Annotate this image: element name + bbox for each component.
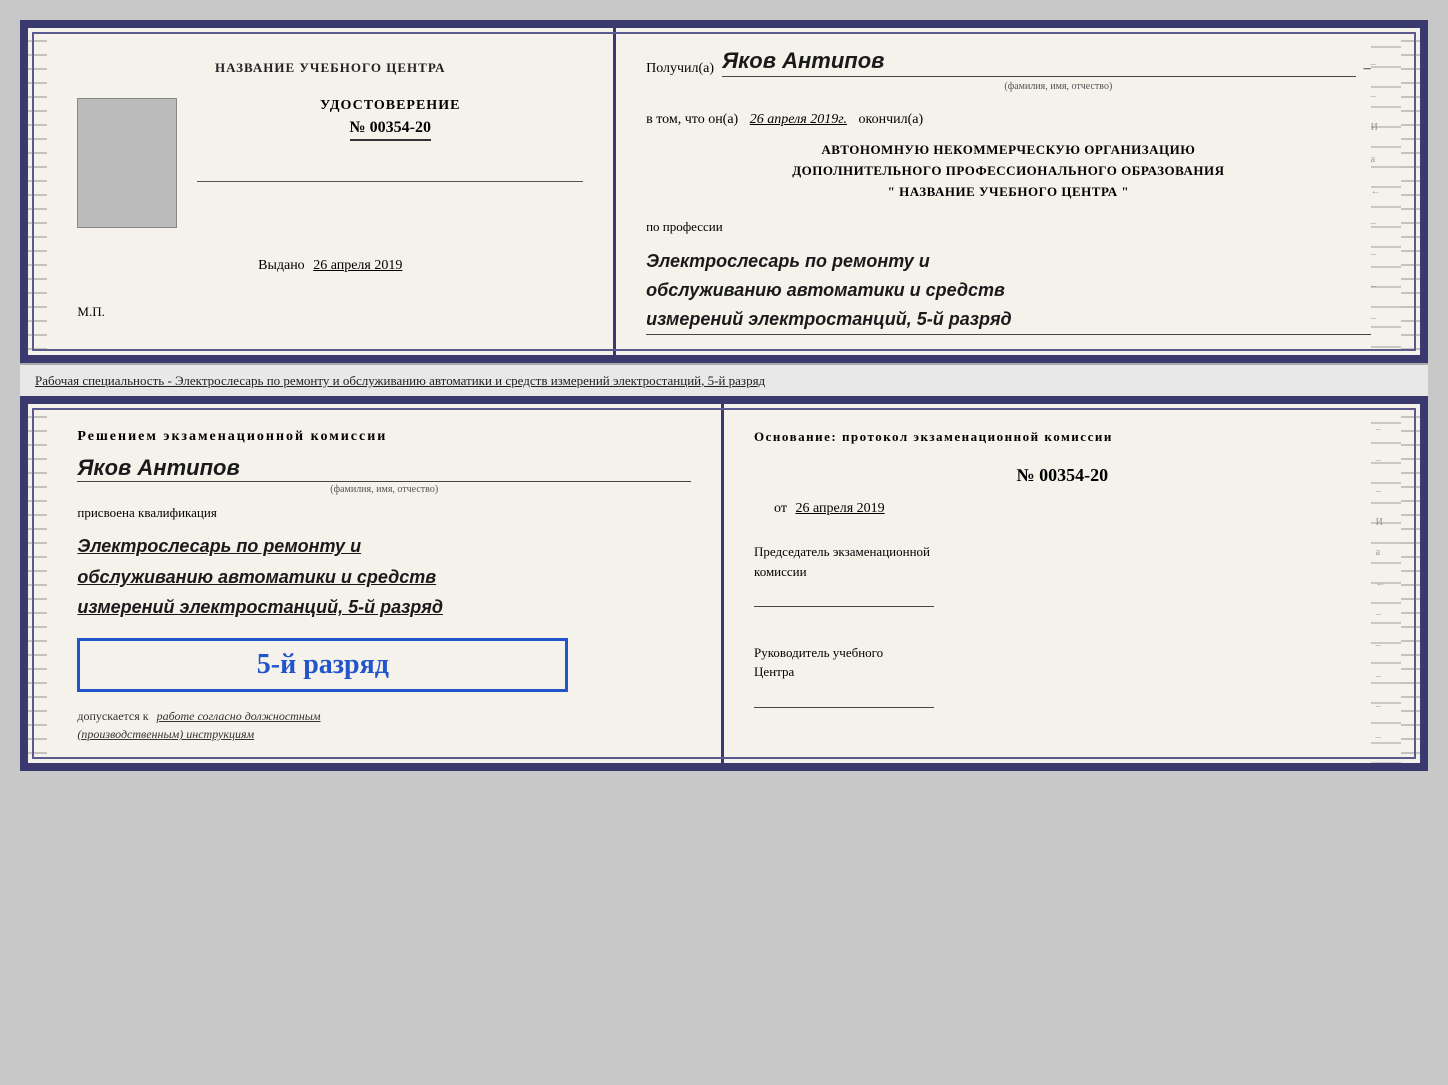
rdash-4: И <box>1376 517 1396 528</box>
sep-line-1 <box>197 181 583 182</box>
bottom-person-block: Яков Антипов (фамилия, имя, отчество) <box>77 455 691 495</box>
director-sig-line <box>754 690 934 708</box>
rdash-1: – <box>1376 424 1396 435</box>
chairman-label: Председатель экзаменационной комиссии <box>754 542 1371 613</box>
bottom-profession-line3: измерений электростанций, 5-й разряд <box>77 592 691 623</box>
dash-7: – <box>1371 249 1391 260</box>
bottom-document: Решением экзаменационной комиссии Яков А… <box>20 396 1428 771</box>
left-border-decoration <box>28 28 47 355</box>
bottom-profession-line1: Электрослесарь по ремонту и <box>77 531 691 562</box>
allowed-value: работе согласно должностным <box>157 709 321 723</box>
rdash-6: ← <box>1376 578 1396 589</box>
rdash-3: – <box>1376 486 1396 497</box>
cert-number: № 00354-20 <box>350 119 431 141</box>
profession-line2-top: обслуживанию автоматики и средств <box>646 276 1371 305</box>
issued-block: Выдано 26 апреля 2019 <box>258 258 402 274</box>
rdash-5: а <box>1376 547 1396 558</box>
from-label: от <box>774 501 787 516</box>
cert-middle-row: УДОСТОВЕРЕНИЕ № 00354-20 <box>77 98 583 228</box>
dash-2: – <box>1371 91 1391 102</box>
org-line3: " НАЗВАНИЕ УЧЕБНОГО ЦЕНТРА " <box>646 182 1371 203</box>
right-dashes-bottom: – – – И а ← – – – – – <box>1376 404 1396 763</box>
dash-1: – <box>1371 59 1391 70</box>
recipient-name: Яков Антипов <box>722 48 1356 77</box>
bottom-doc-right-panel: Основание: протокол экзаменационной коми… <box>724 404 1401 763</box>
dash-9: – <box>1371 313 1391 324</box>
director-label: Руководитель учебного Центра <box>754 643 1371 714</box>
bottom-person-name: Яков Антипов <box>77 455 691 482</box>
bottom-fio-caption: (фамилия, имя, отчество) <box>77 484 691 495</box>
recipient-line: Получил(а) Яков Антипов – <box>646 48 1371 77</box>
qualification-profession: Электрослесарь по ремонту и обслуживанию… <box>77 531 691 623</box>
dash-4: а <box>1371 154 1391 165</box>
rdash-10: – <box>1376 701 1396 712</box>
org-line2: ДОПОЛНИТЕЛЬНОГО ПРОФЕССИОНАЛЬНОГО ОБРАЗО… <box>646 161 1371 182</box>
top-document: НАЗВАНИЕ УЧЕБНОГО ЦЕНТРА УДОСТОВЕРЕНИЕ №… <box>20 20 1428 363</box>
dash-6: – <box>1371 218 1391 229</box>
cert-number-block: УДОСТОВЕРЕНИЕ № 00354-20 <box>197 98 583 187</box>
cert-photo-placeholder <box>77 98 177 228</box>
bottom-cert-number: № 00354-20 <box>754 465 1371 486</box>
top-doc-left-panel: НАЗВАНИЕ УЧЕБНОГО ЦЕНТРА УДОСТОВЕРЕНИЕ №… <box>47 28 616 355</box>
chairman-line2: комиссии <box>754 562 1371 582</box>
middle-text: Рабочая специальность - Электрослесарь п… <box>20 363 1428 397</box>
dash-5: ← <box>1371 186 1391 197</box>
chairman-sig-line <box>754 589 934 607</box>
rank-badge: 5-й разряд <box>77 638 568 692</box>
qualification-label: присвоена квалификация <box>77 505 691 521</box>
director-line2: Центра <box>754 662 1371 682</box>
org-line1: АВТОНОМНУЮ НЕКОММЕРЧЕСКУЮ ОРГАНИЗАЦИЮ <box>646 140 1371 161</box>
rdash-8: – <box>1376 640 1396 651</box>
right-border-decoration-top <box>1401 28 1420 355</box>
in-that-label: в том, что он(а) <box>646 112 738 127</box>
rdash-7: – <box>1376 609 1396 620</box>
org-block: АВТОНОМНУЮ НЕКОММЕРЧЕСКУЮ ОРГАНИЗАЦИЮ ДО… <box>646 140 1371 202</box>
right-border-decoration-bottom <box>1401 404 1420 763</box>
decision-heading: Решением экзаменационной комиссии <box>77 429 691 445</box>
finished-label: окончил(а) <box>859 112 924 127</box>
rdash-11: – <box>1376 732 1396 743</box>
date-value: 26 апреля 2019г. <box>750 112 847 127</box>
fio-caption-top: (фамилия, имя, отчество) <box>746 81 1371 92</box>
chairman-line1: Председатель экзаменационной <box>754 542 1371 562</box>
dash-8: – <box>1371 281 1391 292</box>
training-center-heading: НАЗВАНИЕ УЧЕБНОГО ЦЕНТРА <box>215 58 446 78</box>
mp-line: М.П. <box>77 304 104 320</box>
top-doc-right-panel: Получил(а) Яков Антипов – (фамилия, имя,… <box>616 28 1401 355</box>
allowed-value2: (производственным) инструкциям <box>77 727 254 741</box>
rdash-2: – <box>1376 455 1396 466</box>
allowed-label: допускается к <box>77 709 148 723</box>
from-date-block: от 26 апреля 2019 <box>774 501 1371 517</box>
director-line1: Руководитель учебного <box>754 643 1371 663</box>
left-border-decoration-bottom <box>28 404 47 763</box>
issued-date: 26 апреля 2019 <box>313 258 402 273</box>
profession-text-top: Электрослесарь по ремонту и обслуживанию… <box>646 247 1371 334</box>
bottom-profession-line2: обслуживанию автоматики и средств <box>77 562 691 593</box>
profession-line3-top: измерений электростанций, 5-й разряд <box>646 305 1371 334</box>
from-date-val: 26 апреля 2019 <box>795 501 884 516</box>
bottom-doc-left-panel: Решением экзаменационной комиссии Яков А… <box>47 404 724 763</box>
profession-label: по профессии <box>646 219 1371 235</box>
allowed-line: допускается к работе согласно должностны… <box>77 707 691 743</box>
cert-label: УДОСТОВЕРЕНИЕ <box>197 98 583 114</box>
date-line: в том, что он(а) 26 апреля 2019г. окончи… <box>646 112 1371 128</box>
issued-label: Выдано <box>258 258 305 273</box>
received-label: Получил(а) <box>646 61 714 77</box>
foundation-text: Основание: протокол экзаменационной коми… <box>754 429 1371 445</box>
dash-3: И <box>1371 122 1391 133</box>
profession-line1-top: Электрослесарь по ремонту и <box>646 247 1371 276</box>
rdash-9: – <box>1376 671 1396 682</box>
page-wrapper: НАЗВАНИЕ УЧЕБНОГО ЦЕНТРА УДОСТОВЕРЕНИЕ №… <box>20 20 1428 771</box>
